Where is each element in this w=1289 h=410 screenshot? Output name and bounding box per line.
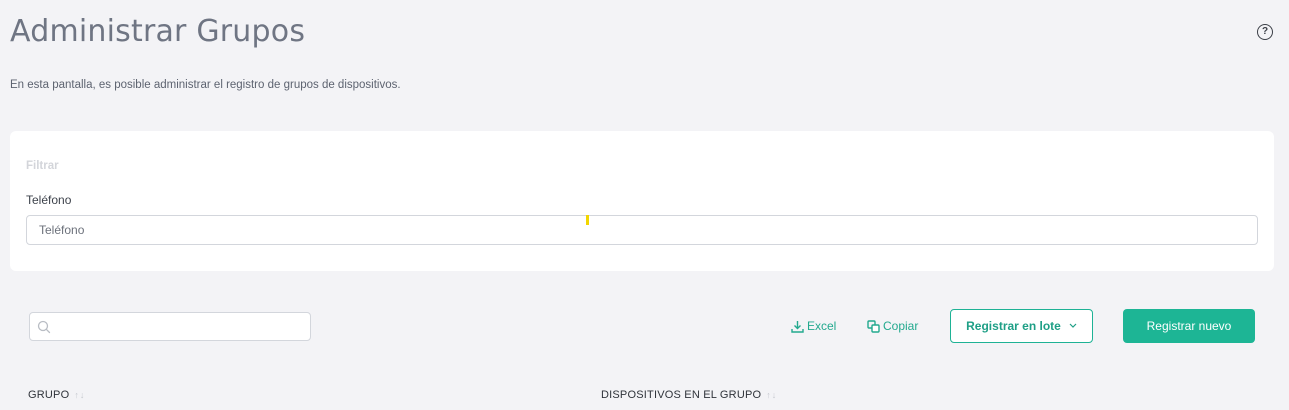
excel-label: Excel (807, 319, 837, 333)
filter-panel: Filtrar Teléfono (10, 131, 1274, 271)
column-header-label: GRUPO (28, 389, 70, 401)
sort-icon: ↑↓ (766, 390, 778, 400)
search-input[interactable] (56, 313, 306, 340)
copy-icon (867, 319, 880, 333)
register-new-button[interactable]: Registrar nuevo (1123, 309, 1255, 343)
filter-title: Filtrar (26, 160, 59, 172)
register-new-label: Registrar nuevo (1146, 319, 1232, 333)
column-header-grupo[interactable]: GRUPO ↑↓ (28, 389, 85, 401)
page-title: Administrar Grupos (10, 14, 306, 49)
page-description: En esta pantalla, es posible administrar… (10, 79, 401, 91)
text-cursor-marker (586, 215, 589, 225)
search-box[interactable] (29, 312, 311, 341)
help-icon[interactable]: ? (1257, 24, 1273, 40)
download-icon (791, 320, 804, 333)
batch-register-label: Registrar en lote (966, 319, 1061, 333)
column-header-dispositivos[interactable]: DISPOSITIVOS EN EL GRUPO ↑↓ (601, 389, 777, 401)
column-header-label: DISPOSITIVOS EN EL GRUPO (601, 389, 762, 401)
excel-export-link[interactable]: Excel (791, 318, 836, 334)
sort-icon: ↑↓ (74, 390, 86, 400)
phone-label: Teléfono (26, 193, 72, 207)
copy-label: Copiar (883, 319, 919, 333)
chevron-down-icon (1069, 323, 1077, 328)
search-icon (37, 320, 51, 334)
copy-link[interactable]: Copiar (867, 318, 918, 334)
phone-input[interactable] (26, 215, 1258, 245)
batch-register-button[interactable]: Registrar en lote (950, 309, 1093, 343)
